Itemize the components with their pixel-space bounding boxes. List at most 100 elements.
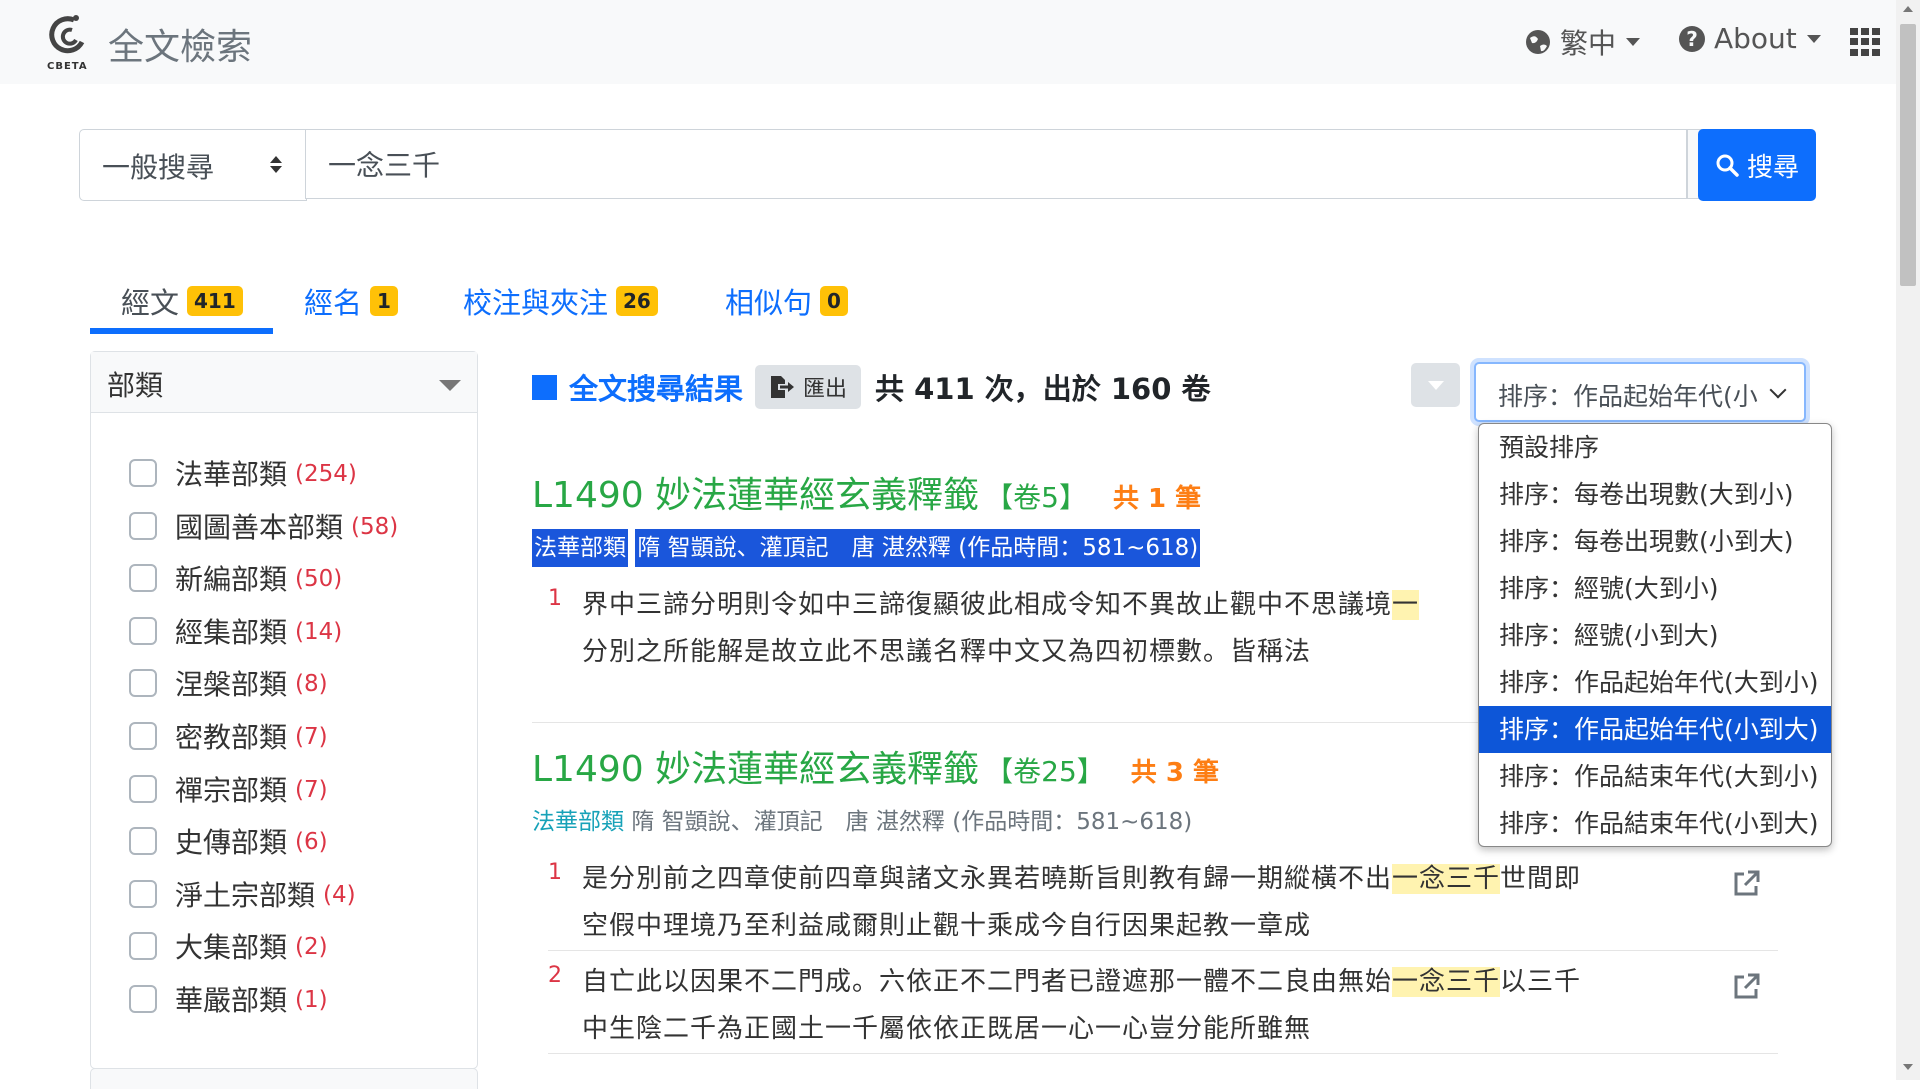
external-link-icon[interactable] [1730,971,1762,1003]
hit-text-before: 自亡此以因果不二門成。六依正不二門者已證遮那一體不二良由無始 [582,967,1393,997]
tab-sutra-title[interactable]: 經名 1 [304,280,398,322]
facet-item[interactable]: 禪宗部類 (7) [129,769,398,822]
cbeta-logo[interactable]: CBETA [42,12,94,74]
facet-item[interactable]: 新編部類 (50) [129,558,398,611]
sort-option[interactable]: 排序：作品起始年代(大到小) [1479,659,1831,706]
result-juan[interactable]: 【卷25】 [985,750,1105,790]
about-label: About [1714,22,1797,55]
facet-count: (2) [295,934,328,961]
facet-item[interactable]: 密教部類 (7) [129,716,398,769]
search-button[interactable]: 搜尋 [1698,129,1816,201]
square-icon [532,374,557,400]
search-input[interactable] [305,129,1687,199]
facet-checkbox[interactable] [129,827,157,856]
facet-item[interactable]: 淨土宗部類 (4) [129,874,398,927]
export-icon [771,376,795,398]
globe-icon [1526,30,1550,54]
facet-list: 法華部類 (254) 國圖善本部類 (58) 新編部類 (50) 經集部類 (14) 涅… [129,453,398,1032]
facet-title: 部類 [107,369,164,402]
facet-count: (7) [295,723,328,750]
category-facet-panel: 部類 法華部類 (254) 國圖善本部類 (58) 新編部類 (50) 經集部類 (14… [90,351,478,1069]
hit-text[interactable]: 是分別前之四章使前四章與諸文永異若曉斯旨則教有歸一期縱橫不出一念三千世間即 空假… [582,856,1682,950]
hit-text-after: 以三千 [1500,967,1582,997]
logo-text: CBETA [47,61,88,72]
svg-text:?: ? [1686,27,1698,51]
result-title-link[interactable]: L1490 妙法蓮華經玄義釋籤 [532,466,979,518]
facet-label: 淨土宗部類 [175,878,316,912]
hit-text-before: 界中三諦分明則令如中三諦復顯彼此相成令知不異故止觀中不思議境 [582,590,1393,620]
tab-count-badge: 26 [616,286,658,316]
scroll-down-arrow-icon[interactable] [1903,1064,1913,1070]
result-meta-text: 隋 智顗說、灌頂記 唐 湛然釋 (作品時間：581~618) [631,809,1193,835]
search-mode-select[interactable]: 一般搜尋 [79,129,307,201]
sort-option[interactable]: 排序：作品結束年代(小到大) [1479,800,1831,846]
facet-label: 法華部類 [175,458,288,491]
result-title-link[interactable]: L1490 妙法蓮華經玄義釋籤 [532,740,979,792]
result-juan[interactable]: 【卷5】 [985,476,1087,516]
result-category[interactable]: 法華部類 [532,529,628,567]
facet-checkbox[interactable] [129,511,157,540]
tab-count-badge: 411 [187,286,243,316]
external-link-icon[interactable] [1730,868,1762,900]
facet-item[interactable]: 經集部類 (14) [129,611,398,664]
sort-option[interactable]: 預設排序 [1479,424,1831,471]
sort-option[interactable]: 排序：作品結束年代(大到小) [1479,753,1831,800]
facet-checkbox[interactable] [129,984,157,1013]
sort-dropdown-menu: 預設排序 排序：每卷出現數(大到小) 排序：每卷出現數(小到大) 排序：經號(大… [1478,423,1832,847]
facet-count: (8) [295,671,328,698]
export-button[interactable]: 匯出 [755,365,862,409]
scrollbar-thumb[interactable] [1900,24,1916,286]
collapse-all-button[interactable] [1411,363,1460,407]
facet-item[interactable]: 華嚴部類 (1) [129,979,398,1032]
facet-label: 禪宗部類 [175,773,288,807]
sort-select[interactable]: 排序：作品起始年代(小到大) [1474,362,1806,422]
facet-count: (1) [295,986,328,1013]
hit-text[interactable]: 自亡此以因果不二門成。六依正不二門者已證遮那一體不二良由無始一念三千以三千 中生… [582,959,1682,1053]
search-button-label: 搜尋 [1746,152,1799,183]
tab-notes[interactable]: 校注與夾注 26 [463,280,658,322]
cbeta-logo-icon [49,15,85,54]
tab-similar-sentences[interactable]: 相似句 0 [725,280,848,322]
facet-checkbox[interactable] [129,616,157,645]
page-scrollbar[interactable] [1896,0,1920,1080]
facet-checkbox[interactable] [129,669,157,698]
facet-item[interactable]: 大集部類 (2) [129,926,398,979]
hit-row: 2 自亡此以因果不二門成。六依正不二門者已證遮那一體不二良由無始一念三千以三千 … [548,959,1778,1054]
scroll-up-arrow-icon[interactable] [1903,6,1913,12]
facet-item[interactable]: 國圖善本部類 (58) [129,506,398,559]
hit-keyword: 一念三千 [1392,967,1501,997]
facet-item[interactable]: 涅槃部類 (8) [129,663,398,716]
result-total: 共 3 筆 [1130,758,1219,788]
language-dropdown[interactable]: 繁中 [1524,22,1641,62]
sort-option[interactable]: 排序：經號(小到大) [1479,612,1831,659]
tab-label: 相似句 [725,286,813,320]
sort-option[interactable]: 排序：每卷出現數(大到小) [1479,471,1831,518]
sort-option[interactable]: 排序：經號(大到小) [1479,565,1831,612]
question-circle-icon: ? [1679,25,1705,52]
facet-count: (254) [295,461,357,487]
facet-count: (6) [295,829,328,856]
apps-grid-icon[interactable] [1850,28,1880,56]
chevron-down-icon [1626,38,1641,46]
chevron-down-icon [1769,381,1787,399]
export-label: 匯出 [803,377,848,402]
facet-checkbox[interactable] [129,459,157,487]
facet-checkbox[interactable] [129,721,157,750]
facet-checkbox[interactable] [129,774,157,803]
facet-item[interactable]: 法華部類 (254) [129,453,398,506]
facet-label: 大集部類 [175,931,288,965]
facet-checkbox[interactable] [129,879,157,908]
results-title: 全文搜尋結果 [569,372,744,406]
result-category[interactable]: 法華部類 [532,809,624,835]
about-dropdown[interactable]: ? About [1678,22,1821,55]
hit-keyword: 一 [1392,590,1420,620]
tab-sutra-text[interactable]: 經文 411 [121,280,243,322]
sort-option-selected[interactable]: 排序：作品起始年代(小到大) [1479,706,1831,753]
facet-item[interactable]: 史傳部類 (6) [129,821,398,874]
tab-label: 經名 [304,286,363,320]
facet-checkbox[interactable] [129,932,157,961]
sort-option[interactable]: 排序：每卷出現數(小到大) [1479,518,1831,565]
facet-header[interactable]: 部類 [91,352,477,413]
facet-checkbox[interactable] [129,564,157,593]
app-title[interactable]: 全文檢索 [108,18,252,70]
